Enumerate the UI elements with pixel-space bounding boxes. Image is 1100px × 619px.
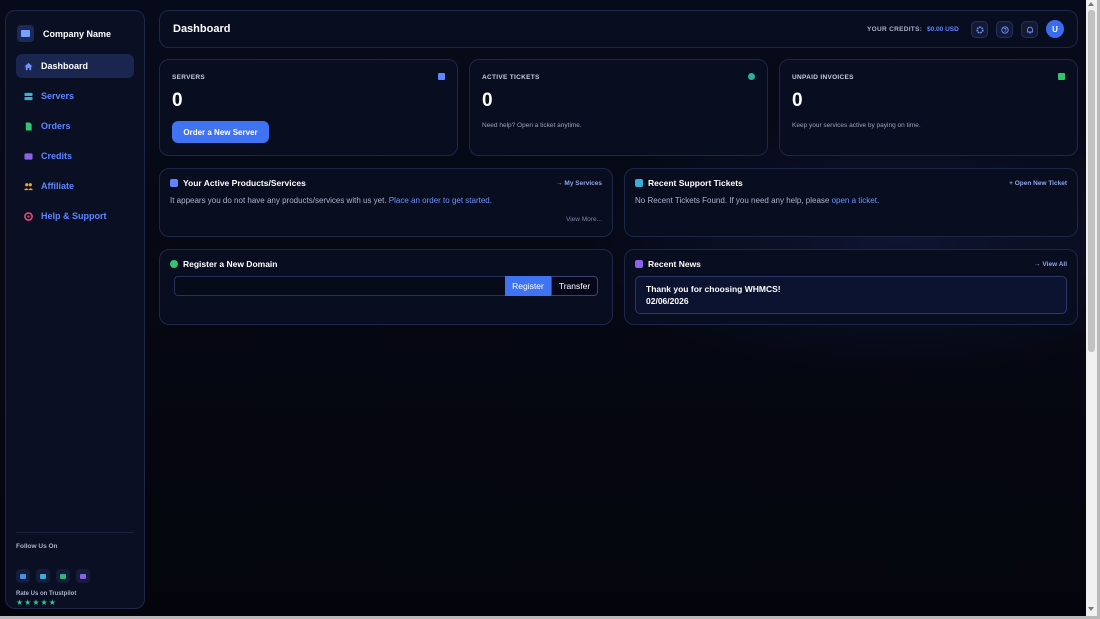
window-frame (0, 0, 1100, 619)
